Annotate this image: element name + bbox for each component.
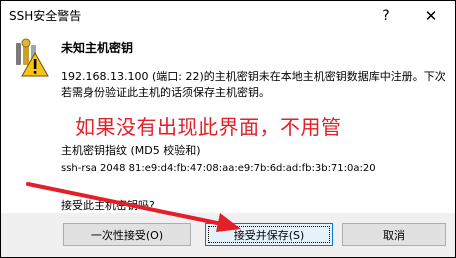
window-title: SSH安全警告 bbox=[9, 9, 82, 23]
cancel-button[interactable]: 取消 bbox=[342, 223, 446, 246]
ssh-security-dialog: SSH安全警告 ? ✕ 未知主机密钥 192.168.13.100 (端口: 2… bbox=[0, 0, 456, 258]
accept-question: 接受此主机密钥吗? bbox=[61, 199, 155, 212]
button-bar: 一次性接受(O) 接受并保存(S) 取消 bbox=[1, 213, 455, 257]
dialog-message: 192.168.13.100 (端口: 22)的主机密钥未在本地主机密钥数据库中… bbox=[61, 70, 446, 99]
close-button[interactable]: ✕ bbox=[411, 3, 451, 29]
accept-save-button[interactable]: 接受并保存(S) bbox=[205, 223, 333, 246]
help-button[interactable]: ? bbox=[366, 3, 406, 29]
dialog-heading: 未知主机密钥 bbox=[61, 41, 134, 55]
overlay-note: 如果没有出现此界面，不用管 bbox=[75, 115, 342, 139]
title-bar: SSH安全警告 ? ✕ bbox=[1, 1, 455, 30]
fingerprint-value: ssh-rsa 2048 81:e9:d4:fb:47:08:aa:e9:7b:… bbox=[61, 163, 376, 174]
warning-key-icon bbox=[16, 38, 49, 77]
accept-once-button[interactable]: 一次性接受(O) bbox=[63, 223, 191, 246]
fingerprint-label: 主机密钥指纹 (MD5 校验和) bbox=[61, 144, 201, 157]
